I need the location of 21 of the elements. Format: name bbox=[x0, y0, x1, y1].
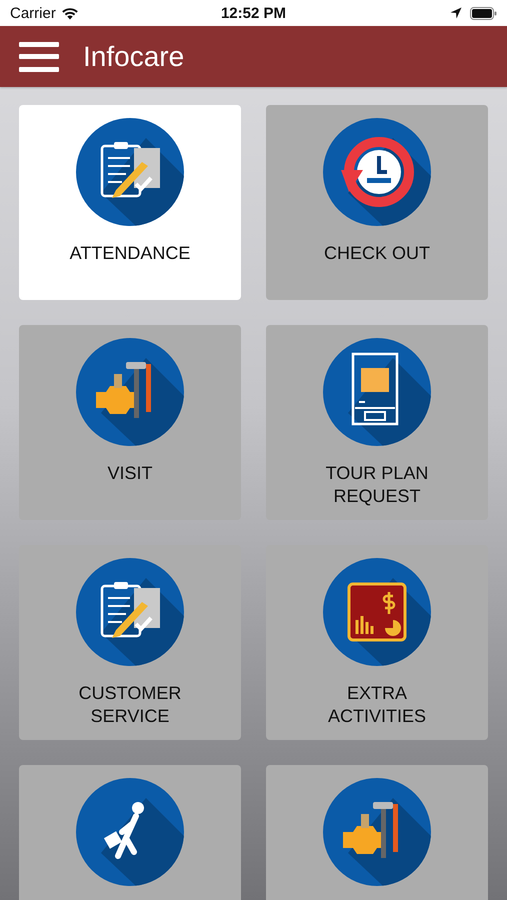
carrier-name: Carrier bbox=[10, 4, 56, 22]
clipboard-icon bbox=[76, 558, 184, 666]
menu-tile[interactable]: TOUR PLAN REQUEST bbox=[266, 325, 488, 520]
menu-tile[interactable]: ATTENDANCE bbox=[19, 105, 241, 300]
chart-icon bbox=[323, 558, 431, 666]
menu-button[interactable] bbox=[19, 42, 59, 72]
walking-person-icon bbox=[76, 778, 184, 886]
tools-icon bbox=[76, 338, 184, 446]
menu-tile[interactable]: EXTRA ACTIVITIES bbox=[266, 545, 488, 740]
clock-icon bbox=[323, 118, 431, 226]
location-arrow-icon bbox=[450, 7, 462, 19]
battery-icon bbox=[470, 6, 497, 20]
atm-icon bbox=[323, 338, 431, 446]
menu-tile[interactable]: VISIT bbox=[19, 325, 241, 520]
clipboard-icon bbox=[76, 118, 184, 226]
clock-time: 12:52 PM bbox=[220, 4, 286, 22]
menu-tile[interactable]: CUSTOMER SERVICE bbox=[19, 545, 241, 740]
app-title: Infocare bbox=[83, 40, 184, 72]
menu-tile[interactable]: CHECK OUT bbox=[266, 105, 488, 300]
wifi-icon bbox=[60, 6, 79, 20]
tools-icon bbox=[323, 778, 431, 886]
